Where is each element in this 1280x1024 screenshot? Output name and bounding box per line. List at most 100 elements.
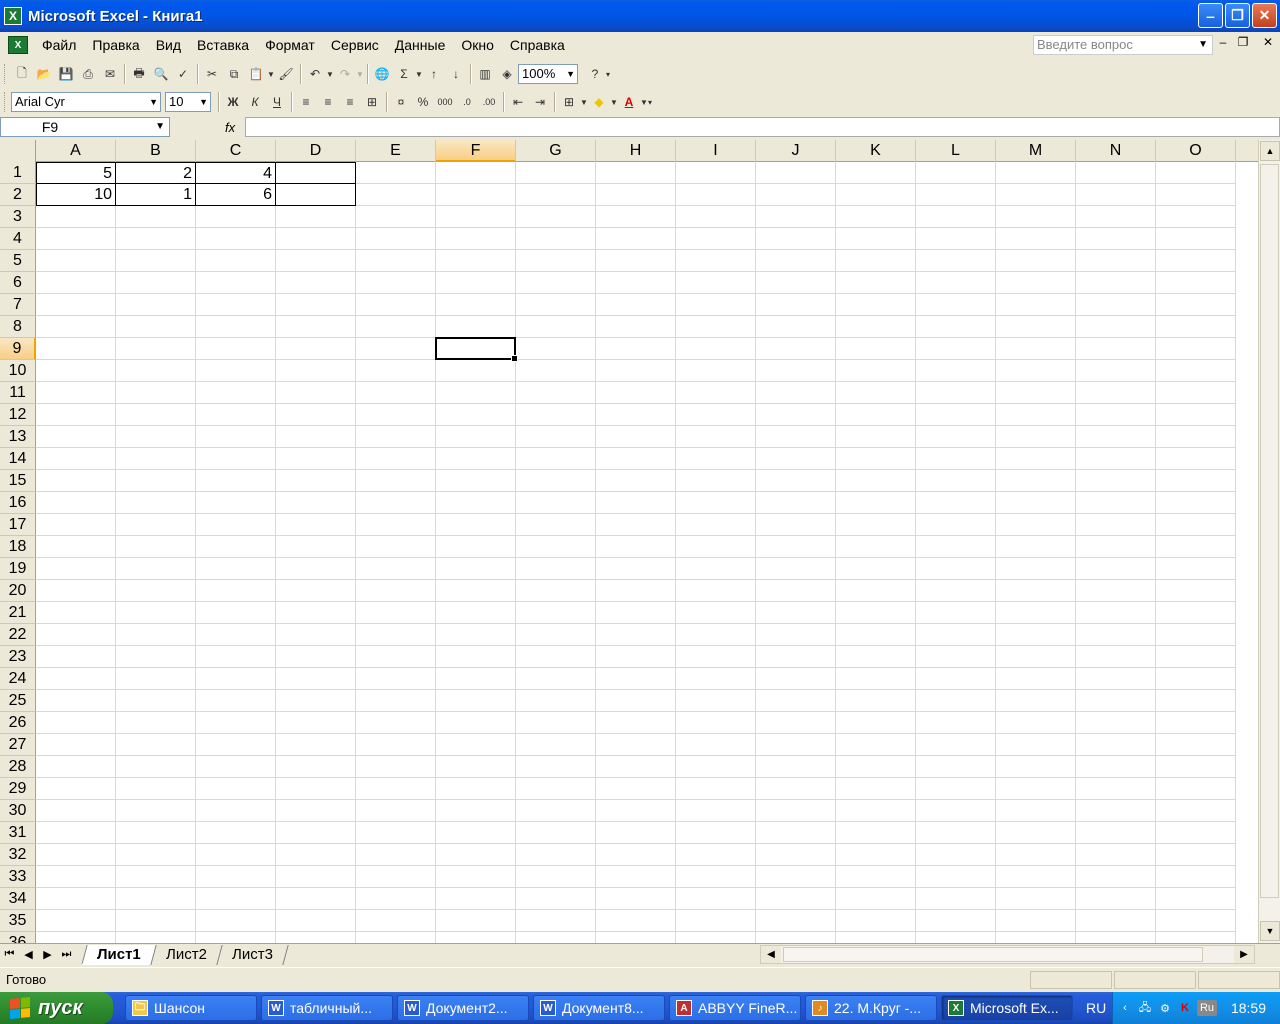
cell-a12[interactable]: [36, 404, 116, 426]
cell-b12[interactable]: [116, 404, 196, 426]
autosum-icon[interactable]: Σ: [393, 63, 415, 85]
cell-g10[interactable]: [516, 360, 596, 382]
name-box[interactable]: F9 ▼: [0, 117, 170, 137]
cell-k16[interactable]: [836, 492, 916, 514]
cell-m4[interactable]: [996, 228, 1076, 250]
cell-l17[interactable]: [916, 514, 996, 536]
permission-icon[interactable]: ⎙: [77, 63, 99, 85]
cell-e30[interactable]: [356, 800, 436, 822]
cell-o16[interactable]: [1156, 492, 1236, 514]
cell-c1[interactable]: 4: [196, 162, 276, 184]
cell-d32[interactable]: [276, 844, 356, 866]
cell-m19[interactable]: [996, 558, 1076, 580]
row-header-6[interactable]: 6: [0, 272, 36, 294]
cell-i6[interactable]: [676, 272, 756, 294]
cell-j13[interactable]: [756, 426, 836, 448]
cell-d7[interactable]: [276, 294, 356, 316]
title-bar[interactable]: X Microsoft Excel - Книга1 ‒ ❐ ✕: [0, 0, 1280, 32]
cell-a16[interactable]: [36, 492, 116, 514]
cell-b18[interactable]: [116, 536, 196, 558]
cell-b26[interactable]: [116, 712, 196, 734]
cell-l2[interactable]: [916, 184, 996, 206]
cell-m18[interactable]: [996, 536, 1076, 558]
cell-b6[interactable]: [116, 272, 196, 294]
sort-descending-icon[interactable]: ↓: [445, 63, 467, 85]
cell-n27[interactable]: [1076, 734, 1156, 756]
cell-a25[interactable]: [36, 690, 116, 712]
cell-d21[interactable]: [276, 602, 356, 624]
cell-c7[interactable]: [196, 294, 276, 316]
row-header-23[interactable]: 23: [0, 646, 36, 668]
cell-l16[interactable]: [916, 492, 996, 514]
cell-i23[interactable]: [676, 646, 756, 668]
cell-n11[interactable]: [1076, 382, 1156, 404]
cell-h31[interactable]: [596, 822, 676, 844]
cell-i16[interactable]: [676, 492, 756, 514]
cell-j11[interactable]: [756, 382, 836, 404]
chevron-down-icon[interactable]: ▼: [155, 118, 165, 136]
cell-m33[interactable]: [996, 866, 1076, 888]
workbook-icon[interactable]: X: [8, 36, 28, 54]
cell-k29[interactable]: [836, 778, 916, 800]
cell-i2[interactable]: [676, 184, 756, 206]
cell-a24[interactable]: [36, 668, 116, 690]
cell-n24[interactable]: [1076, 668, 1156, 690]
cell-o21[interactable]: [1156, 602, 1236, 624]
cell-b34[interactable]: [116, 888, 196, 910]
cell-o27[interactable]: [1156, 734, 1236, 756]
cell-k30[interactable]: [836, 800, 916, 822]
cell-n28[interactable]: [1076, 756, 1156, 778]
cell-c25[interactable]: [196, 690, 276, 712]
cell-j5[interactable]: [756, 250, 836, 272]
cell-e21[interactable]: [356, 602, 436, 624]
cell-a13[interactable]: [36, 426, 116, 448]
cell-e10[interactable]: [356, 360, 436, 382]
vertical-scroll-thumb[interactable]: [1260, 164, 1279, 898]
cell-c31[interactable]: [196, 822, 276, 844]
cell-c3[interactable]: [196, 206, 276, 228]
cell-a22[interactable]: [36, 624, 116, 646]
cell-d24[interactable]: [276, 668, 356, 690]
cell-e15[interactable]: [356, 470, 436, 492]
cell-i15[interactable]: [676, 470, 756, 492]
safely-remove-icon[interactable]: ⚙: [1157, 1000, 1173, 1016]
cell-f28[interactable]: [436, 756, 516, 778]
cell-d29[interactable]: [276, 778, 356, 800]
cell-j35[interactable]: [756, 910, 836, 932]
cell-e16[interactable]: [356, 492, 436, 514]
cell-d35[interactable]: [276, 910, 356, 932]
cell-m24[interactable]: [996, 668, 1076, 690]
cell-h6[interactable]: [596, 272, 676, 294]
cell-f27[interactable]: [436, 734, 516, 756]
cell-f16[interactable]: [436, 492, 516, 514]
cell-a28[interactable]: [36, 756, 116, 778]
row-header-15[interactable]: 15: [0, 470, 36, 492]
cell-n22[interactable]: [1076, 624, 1156, 646]
cell-d5[interactable]: [276, 250, 356, 272]
save-icon[interactable]: 💾: [55, 63, 77, 85]
doc-minimize-button[interactable]: ‒: [1215, 35, 1231, 49]
cell-c27[interactable]: [196, 734, 276, 756]
network-icon[interactable]: 🖧: [1137, 1000, 1153, 1016]
cell-l22[interactable]: [916, 624, 996, 646]
cell-b23[interactable]: [116, 646, 196, 668]
horizontal-scroll-thumb[interactable]: [783, 947, 1203, 962]
cell-b36[interactable]: [116, 932, 196, 943]
cell-n20[interactable]: [1076, 580, 1156, 602]
cell-d12[interactable]: [276, 404, 356, 426]
row-header-2[interactable]: 2: [0, 184, 36, 206]
cell-h34[interactable]: [596, 888, 676, 910]
cell-c18[interactable]: [196, 536, 276, 558]
next-sheet-icon[interactable]: ▶: [38, 945, 57, 965]
cell-d34[interactable]: [276, 888, 356, 910]
cell-j27[interactable]: [756, 734, 836, 756]
thousands-icon[interactable]: 000: [434, 91, 456, 113]
sort-ascending-icon[interactable]: ↑: [423, 63, 445, 85]
cell-h17[interactable]: [596, 514, 676, 536]
clock[interactable]: 18:59: [1231, 1000, 1266, 1016]
cell-l23[interactable]: [916, 646, 996, 668]
antivirus-icon[interactable]: K: [1177, 1000, 1193, 1016]
undo-dropdown-icon[interactable]: ▼: [326, 70, 334, 79]
cell-f7[interactable]: [436, 294, 516, 316]
cell-o14[interactable]: [1156, 448, 1236, 470]
